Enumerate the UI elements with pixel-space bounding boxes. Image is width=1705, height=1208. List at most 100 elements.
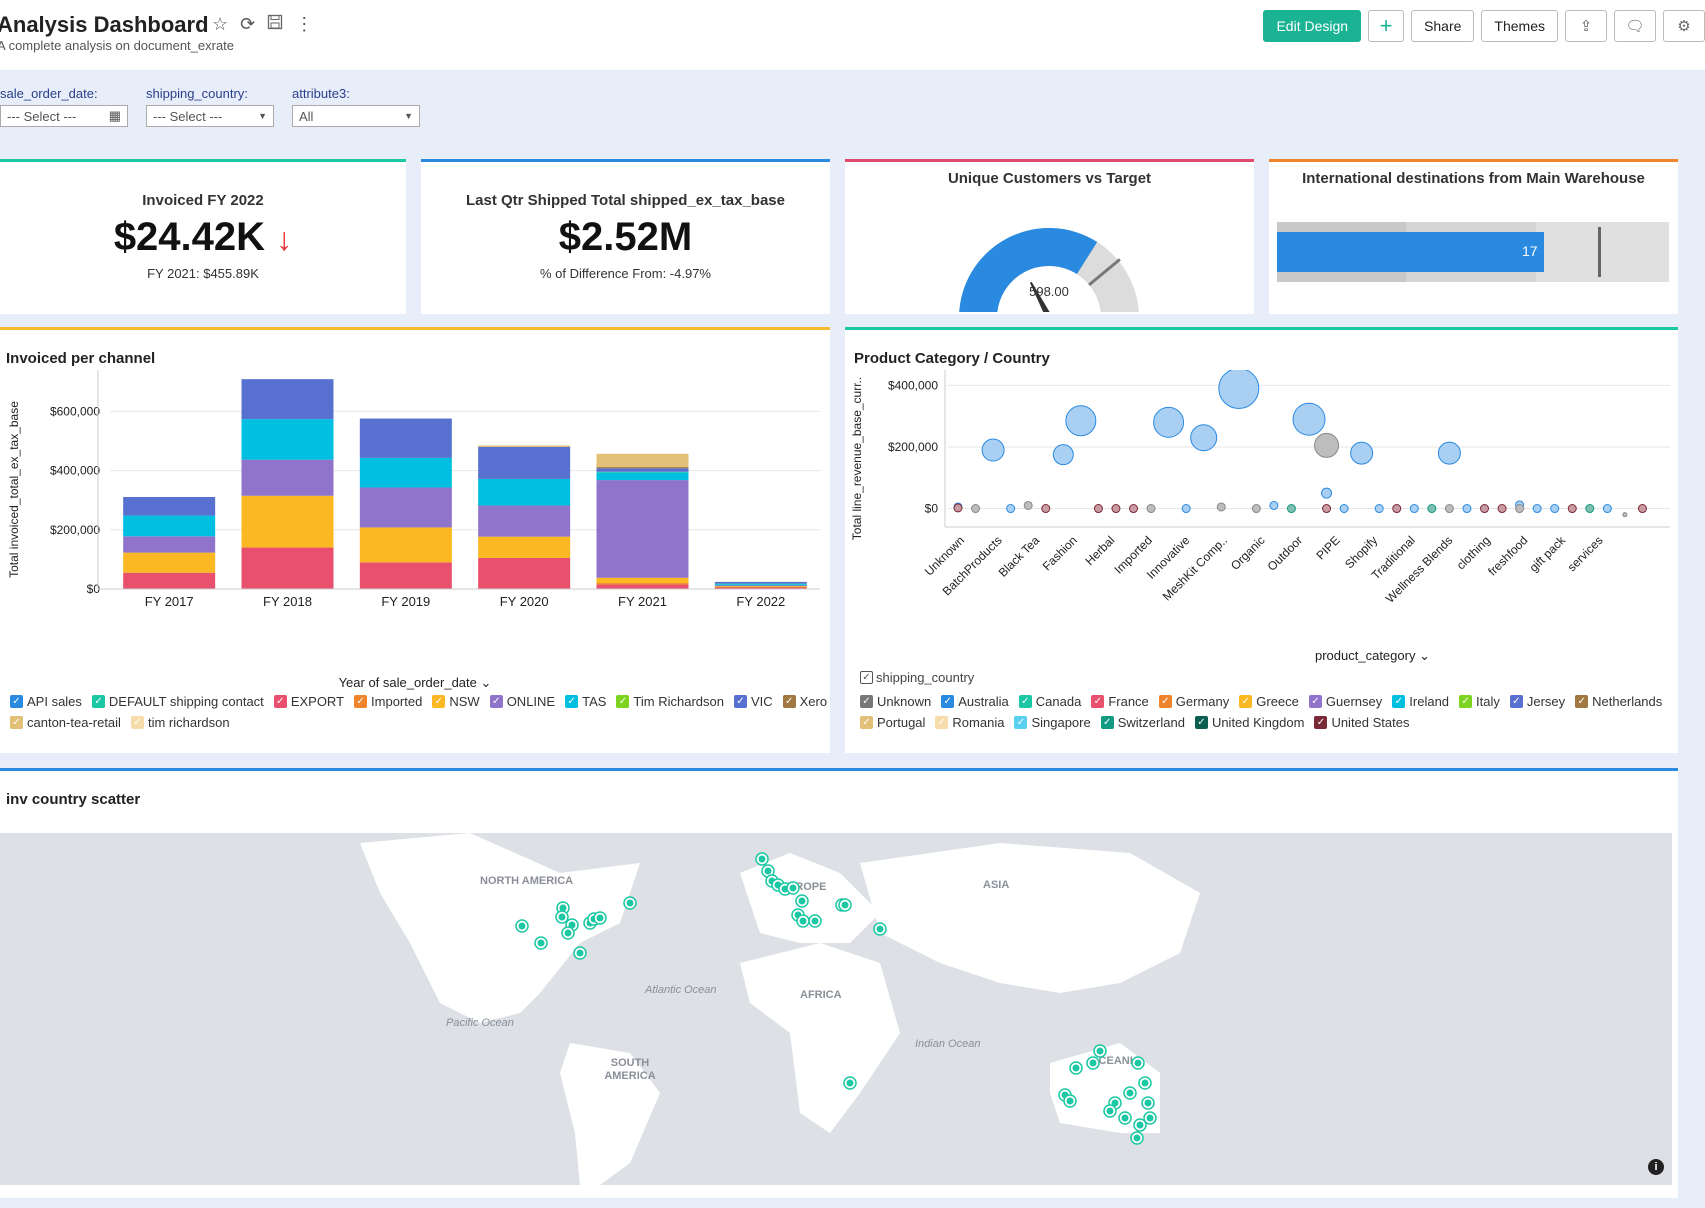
- legend-item[interactable]: ✓ NSW: [432, 694, 480, 709]
- bullet-value-bar: 17: [1277, 232, 1544, 272]
- map-marker: [1141, 1079, 1149, 1087]
- dropdown-icon: ▼: [404, 111, 413, 121]
- legend-item[interactable]: ✓ Italy: [1459, 694, 1500, 709]
- bubble-point: [1497, 504, 1507, 514]
- legend-item[interactable]: ✓ DEFAULT shipping contact: [91, 694, 264, 709]
- y-tick-label: $200,000: [888, 440, 938, 454]
- attribute3-select[interactable]: All ▼: [292, 105, 420, 127]
- legend-item[interactable]: ✓ canton-tea-retail: [10, 715, 121, 730]
- x-axis-label-text: Year of sale_order_date: [338, 675, 477, 690]
- bar-segment: [241, 459, 334, 496]
- map-marker: [626, 899, 634, 907]
- x-axis-label[interactable]: product_category ⌄: [845, 648, 1678, 664]
- legend-item[interactable]: ✓ United Kingdom: [1194, 715, 1304, 730]
- gauge-card[interactable]: Unique Customers vs Target 598.00: [845, 159, 1254, 314]
- legend-label: tim richardson: [147, 715, 230, 730]
- gauge-title: Unique Customers vs Target: [947, 170, 1152, 187]
- legend-item[interactable]: ✓ Imported: [354, 694, 422, 709]
- legend-title-toggle[interactable]: ✓ shipping_country: [860, 670, 974, 685]
- info-icon[interactable]: i: [1648, 1159, 1664, 1175]
- legend-item[interactable]: ✓ Germany: [1158, 694, 1229, 709]
- bubble-chart[interactable]: $0 $200,000 $400,000 Total line_revenue_bas…: [845, 370, 1678, 660]
- map-marker: [811, 917, 819, 925]
- bar-segment: [714, 585, 807, 587]
- checkbox-icon: ✓: [1575, 695, 1589, 708]
- save-icon[interactable]: [267, 14, 283, 35]
- legend-label: Netherlands: [1592, 694, 1663, 709]
- legend-item[interactable]: ✓ Canada: [1018, 694, 1081, 709]
- settings-button[interactable]: ⚙: [1663, 10, 1705, 42]
- checkbox-icon: ✓: [489, 695, 503, 708]
- legend-item[interactable]: ✓ ONLINE: [489, 694, 555, 709]
- bubble-point: [1153, 406, 1185, 438]
- checkbox-icon: ✓: [1314, 716, 1328, 729]
- bar-segment: [359, 562, 452, 589]
- x-axis-label[interactable]: Year of sale_order_date ⌄: [0, 675, 830, 691]
- more-icon[interactable]: ⋮: [295, 14, 313, 35]
- comment-button[interactable]: 🗨: [1614, 10, 1656, 42]
- legend-item[interactable]: ✓ VIC: [733, 694, 773, 709]
- bubble-point: [1567, 504, 1577, 514]
- legend-item[interactable]: ✓ Tim Richardson: [616, 694, 724, 709]
- y-tick-label: $600,000: [50, 404, 100, 418]
- bullet-card[interactable]: International destinations from Main War…: [1269, 159, 1678, 314]
- bubble-point: [1480, 504, 1489, 514]
- bubble-point: [1622, 512, 1628, 518]
- bullet-chart[interactable]: 17: [1277, 222, 1669, 282]
- legend-item[interactable]: ✓ Xero: [782, 694, 827, 709]
- legend-item[interactable]: ✓ API sales: [10, 694, 82, 709]
- star-icon[interactable]: ☆: [212, 14, 228, 35]
- checkbox-icon: ✓: [1308, 695, 1322, 708]
- checkbox-icon: ✓: [1194, 716, 1208, 729]
- kpi-difference: % of Difference From: -4.97%: [540, 266, 711, 281]
- legend-item[interactable]: ✓ Switzerland: [1100, 715, 1185, 730]
- add-widget-button[interactable]: +: [1368, 10, 1405, 42]
- legend-item[interactable]: ✓ Ireland: [1392, 694, 1449, 709]
- legend-item[interactable]: ✓ tim richardson: [130, 715, 230, 730]
- map-marker: [789, 884, 797, 892]
- world-map[interactable]: NORTH AMERICA EUROPE ASIA AFRICA SOUTH A…: [0, 833, 1672, 1185]
- share-button[interactable]: Share: [1411, 10, 1475, 42]
- shipping-country-select[interactable]: --- Select --- ▼: [146, 105, 274, 127]
- legend-item[interactable]: ✓ France: [1091, 694, 1149, 709]
- legend-item[interactable]: ✓ Portugal: [860, 715, 925, 730]
- kpi-invoiced-card[interactable]: Invoiced FY 2022 $24.42K ↓ FY 2021: $455…: [0, 159, 406, 314]
- themes-button[interactable]: Themes: [1481, 10, 1558, 42]
- legend-item[interactable]: ✓ Romania: [935, 715, 1004, 730]
- legend-item[interactable]: ✓ Netherlands: [1575, 694, 1662, 709]
- map-marker: [1121, 1114, 1129, 1122]
- x-tick-label: services: [1565, 533, 1606, 574]
- bullet-band-high: [1535, 222, 1669, 282]
- bubble-point: [1286, 504, 1296, 514]
- map-marker: [1096, 1047, 1104, 1055]
- refresh-icon[interactable]: ⟳: [240, 14, 255, 35]
- checkbox-icon: ✓: [1509, 695, 1523, 708]
- kpi-shipped-card[interactable]: Last Qtr Shipped Total shipped_ex_tax_ba…: [421, 159, 830, 314]
- map-markers: [515, 852, 1157, 1145]
- legend-label: DEFAULT shipping contact: [108, 694, 264, 709]
- x-tick-label: Black Tea: [996, 533, 1043, 580]
- calendar-icon[interactable]: ▦: [109, 108, 121, 124]
- legend-item[interactable]: ✓ United States: [1314, 715, 1409, 730]
- map-marker: [518, 922, 526, 930]
- legend-item[interactable]: ✓ Australia: [941, 694, 1009, 709]
- checkbox-icon: ✓: [1100, 716, 1114, 729]
- settings-icon: ⚙: [1677, 18, 1691, 35]
- legend-item[interactable]: ✓ Jersey: [1509, 694, 1565, 709]
- edit-design-button[interactable]: Edit Design: [1263, 10, 1362, 42]
- map-marker: [576, 949, 584, 957]
- dashboard-header: Analysis Dashboard A complete analysis o…: [0, 0, 1705, 70]
- map-marker: [1136, 1121, 1144, 1129]
- gauge-chart[interactable]: 598.00: [845, 192, 1254, 312]
- bubble-point: [1269, 500, 1279, 510]
- legend-item[interactable]: ✓ Greece: [1239, 694, 1299, 709]
- legend-item[interactable]: ✓ Singapore: [1014, 715, 1091, 730]
- date-picker[interactable]: --- Select --- ▦: [0, 105, 128, 127]
- export-button[interactable]: ⇪: [1565, 10, 1607, 42]
- select-value: --- Select ---: [153, 108, 223, 124]
- legend-item[interactable]: ✓ Guernsey: [1308, 694, 1382, 709]
- bar-segment: [478, 446, 571, 479]
- legend-item[interactable]: ✓ EXPORT: [273, 694, 344, 709]
- legend-item[interactable]: ✓ Unknown: [860, 694, 931, 709]
- legend-item[interactable]: ✓ TAS: [565, 694, 606, 709]
